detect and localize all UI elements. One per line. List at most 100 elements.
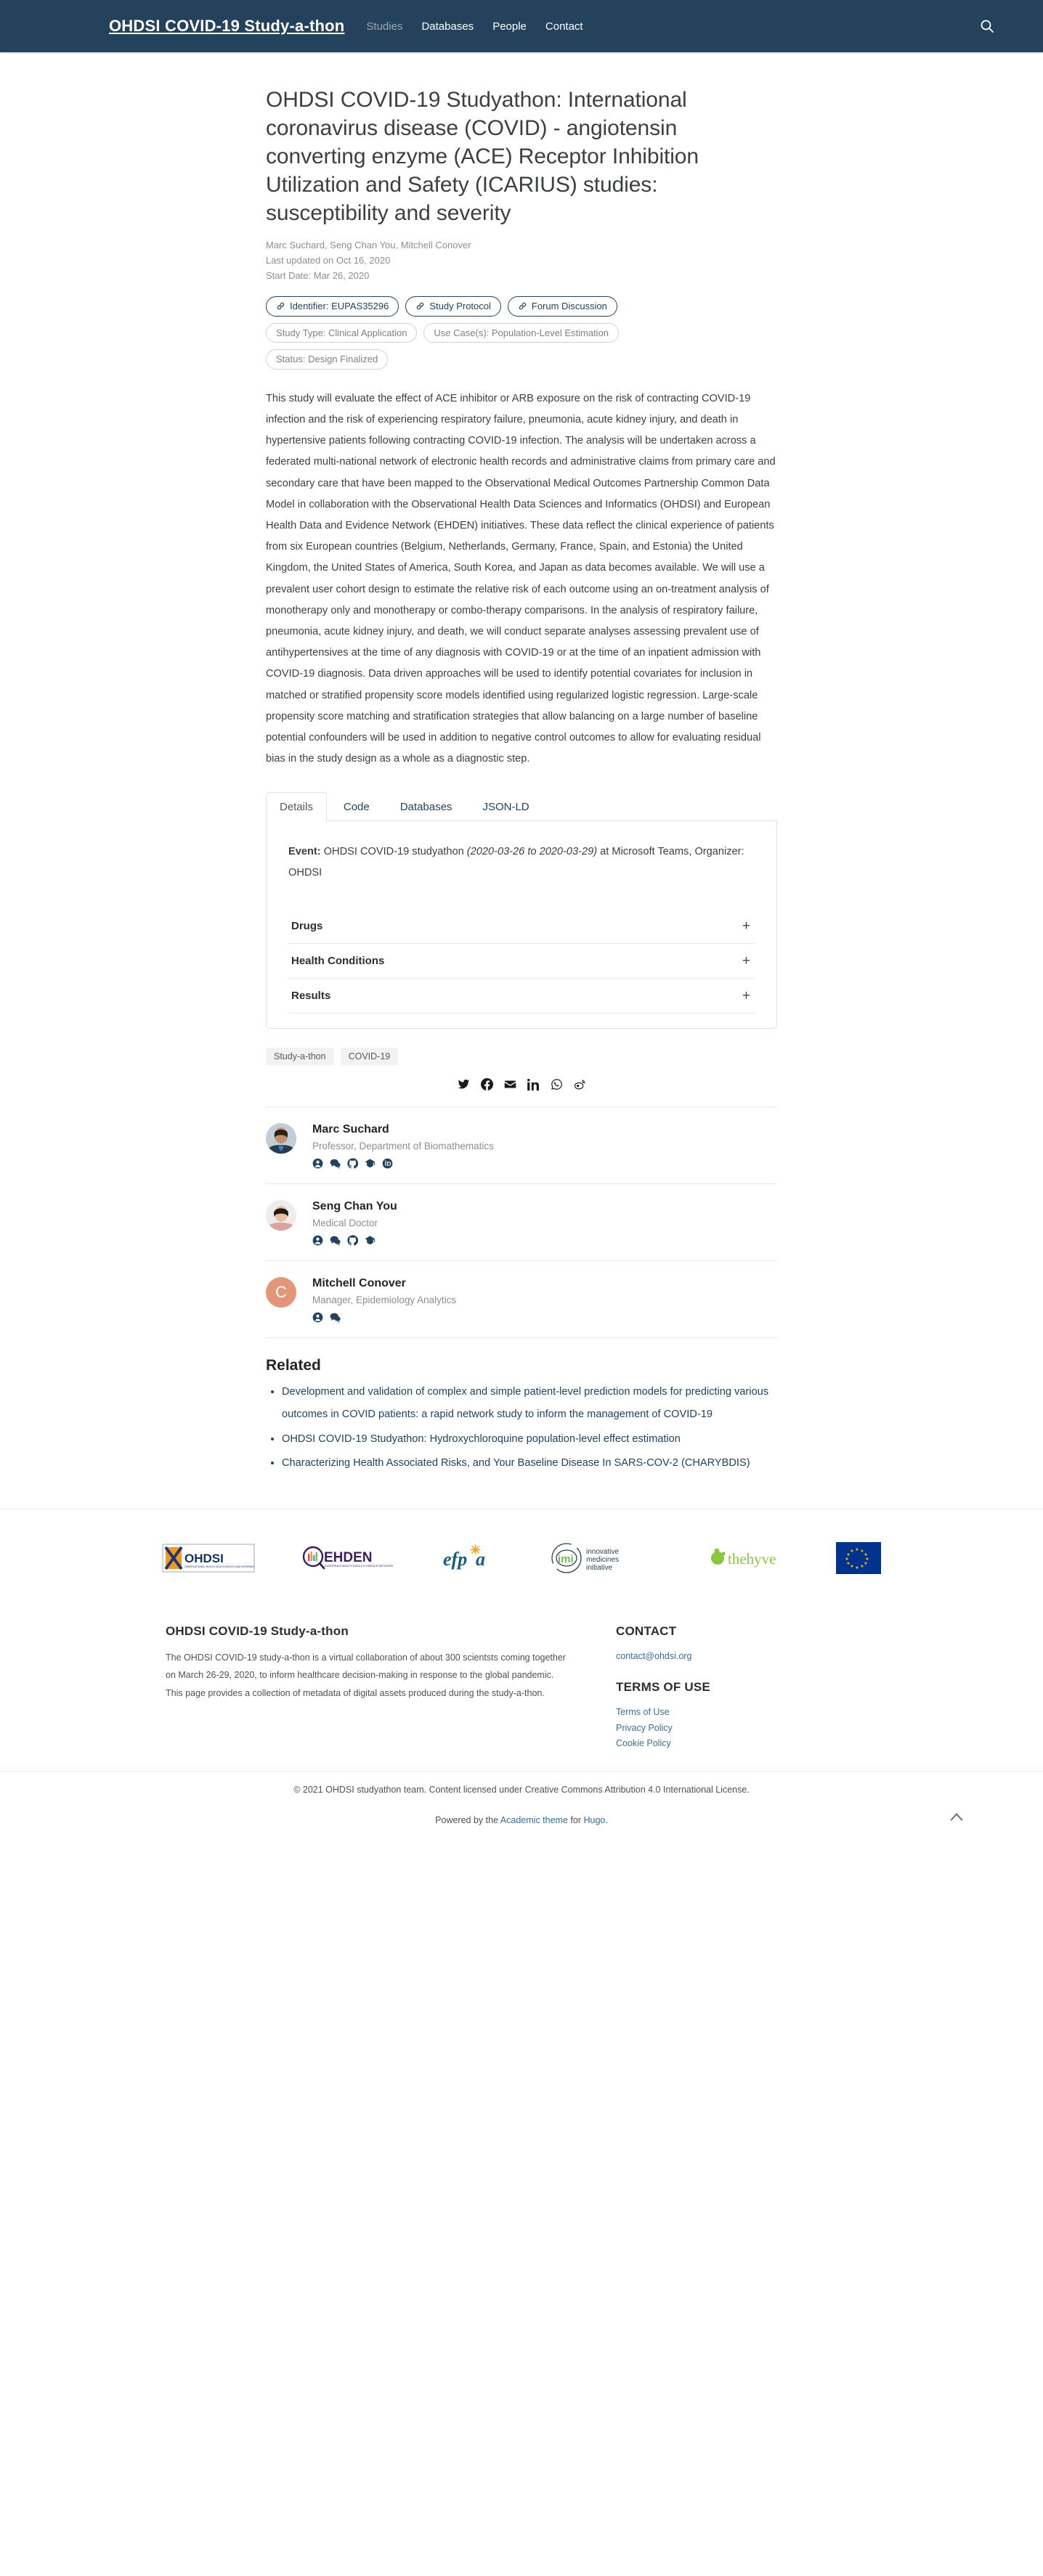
github-icon[interactable] [347,1235,358,1246]
eu-flag-logo: ★ ★ ★ ★ ★ ★ ★ ★ ★ ★ ★ ★ [836,1541,881,1574]
academic-theme-link[interactable]: Academic theme [500,1815,568,1825]
event-name: OHDSI COVID-19 studyathon [323,846,464,858]
last-updated: Last updated on Oct 16, 2020 [266,255,391,266]
author-card-marc-suchard: Marc Suchard Professor, Department of Bi… [266,1107,777,1185]
author-card-seng-chan-you: Seng Chan You Medical Doctor [266,1184,777,1262]
author-name: Mitchell Conover [312,1277,406,1290]
badge-study-protocol[interactable]: Study Protocol [405,296,501,317]
related-link-1[interactable]: Development and validation of complex an… [282,1386,768,1420]
chat-icon[interactable] [330,1235,341,1246]
powered-by-bar: Powered by the Academic theme for Hugo. [0,1799,1043,1854]
powered-prefix: Powered by the [435,1814,500,1825]
event-line: Event: OHDSI COVID-19 studyathon (2020-0… [288,841,755,883]
ohdsi-logo: OHDSI OBSERVATIONAL HEALTH DATA SCIENCES… [162,1541,255,1575]
article-meta: Marc Suchard, Seng Chan You, Mitchell Co… [266,237,777,283]
hugo-link[interactable]: Hugo [583,1815,605,1825]
tab-databases[interactable]: Databases [386,792,466,821]
chat-icon[interactable] [330,1158,341,1169]
tag-study-a-thon[interactable]: Study-a-thon [266,1048,334,1066]
footer-links-column: CONTACT contact@ohdsi.org TERMS OF USE T… [616,1624,877,1752]
author-name: Marc Suchard [312,1123,389,1136]
related-heading: Related [266,1357,321,1374]
user-icon[interactable] [312,1235,323,1246]
accordion-title: Health Conditions [291,955,385,968]
tag-covid-19[interactable]: COVID-19 [340,1048,399,1066]
accordion: Drugs + Health Conditions + Results + [288,909,755,1014]
chevron-up-icon[interactable] [949,1809,965,1825]
svg-text:★: ★ [855,1565,859,1570]
details-tab-container: Details Code Databases JSON-LD Event: OH… [266,791,777,1030]
badge-identifier[interactable]: Identifier: EUPAS35296 [266,296,399,317]
related-link-3[interactable]: Characterizing Health Associated Risks, … [282,1457,750,1469]
avatar [266,1200,296,1231]
footer-link-terms-of-use[interactable]: Terms of Use [616,1705,877,1721]
badge-identifier-label: Identifier: EUPAS35296 [290,301,389,312]
author-list: Marc Suchard Professor, Department of Bi… [266,1106,777,1339]
chat-icon[interactable] [330,1312,341,1323]
tab-details[interactable]: Details [266,792,327,822]
footer-link-privacy-policy[interactable]: Privacy Policy [616,1721,877,1737]
related-section: Related Development and validation of co… [266,1338,777,1483]
google-scholar-icon[interactable] [365,1235,376,1246]
svg-text:★: ★ [846,1561,850,1566]
badge-study-type: Study Type: Clinical Application [266,322,418,343]
tab-list: Details Code Databases JSON-LD [266,791,777,822]
email-icon[interactable] [504,1078,516,1091]
github-icon[interactable] [347,1158,358,1169]
footer-about-heading: OHDSI COVID-19 Study-a-thon [166,1623,349,1638]
nav-link-databases[interactable]: Databases [421,20,474,33]
linkedin-icon[interactable] [527,1078,540,1091]
avatar [266,1123,296,1154]
footer-link-cookie-policy[interactable]: Cookie Policy [616,1736,877,1752]
footer-about-column: OHDSI COVID-19 Study-a-thon The OHDSI CO… [166,1624,572,1752]
author-card-mitchell-conover: C Mitchell Conover Manager, Epidemiology… [266,1261,777,1339]
site-footer: OHDSI COVID-19 Study-a-thon The OHDSI CO… [0,1599,1043,1771]
list-item: OHDSI COVID-19 Studyathon: Hydroxychloro… [282,1427,777,1450]
svg-text:★: ★ [864,1552,867,1557]
nav-link-people[interactable]: People [492,20,527,33]
accordion-item-health-conditions[interactable]: Health Conditions + [288,944,755,979]
partner-logo-strip: OHDSI OBSERVATIONAL HEALTH DATA SCIENCES… [0,1508,1043,1599]
related-link-2[interactable]: OHDSI COVID-19 Studyathon: Hydroxychloro… [282,1433,681,1445]
badge-forum-discussion[interactable]: Forum Discussion [507,296,617,317]
author-role: Medical Doctor [312,1218,378,1229]
svg-text:OHDSI: OHDSI [184,1552,224,1565]
author-role: Professor, Department of Biomathematics [312,1141,494,1152]
powered-middle: for [567,1814,584,1825]
tab-json-ld[interactable]: JSON-LD [468,792,543,821]
nav-link-contact[interactable]: Contact [545,20,583,33]
accordion-item-drugs[interactable]: Drugs + [288,909,755,945]
nav-links: Studies Databases People Contact [366,20,583,33]
badge-use-case-label: Use Case(s): Population-Level Estimation [434,327,609,338]
svg-text:★: ★ [850,1564,853,1569]
search-icon[interactable] [978,17,997,36]
badge-row-meta: Study Type: Clinical Application Use Cas… [266,322,777,343]
svg-text:★: ★ [845,1557,848,1562]
whatsapp-icon[interactable] [551,1078,563,1091]
plus-icon: + [742,988,750,1004]
twitter-icon[interactable] [458,1078,470,1091]
copyright-text: © 2021 OHDSI studyathon team. Content li… [0,1770,1043,1799]
weibo-icon[interactable] [574,1078,586,1091]
tab-code[interactable]: Code [330,792,383,821]
user-icon[interactable] [312,1312,323,1323]
facebook-icon[interactable] [480,1078,493,1091]
orcid-icon[interactable] [382,1158,393,1169]
user-icon[interactable] [312,1158,323,1169]
site-brand[interactable]: OHDSI COVID-19 Study-a-thon [109,17,344,36]
google-scholar-icon[interactable] [365,1158,376,1169]
event-label: Event: [288,846,321,858]
accordion-item-results[interactable]: Results + [288,979,755,1014]
link-icon [415,301,425,311]
plus-icon: + [742,918,750,934]
badge-row-links: Identifier: EUPAS35296 Study Protocol Fo… [266,296,777,317]
ehden-logo: EHDEN EUROPEAN HEALTH DATA & EVIDENCE NE… [300,1541,396,1575]
nav-link-studies[interactable]: Studies [366,20,402,33]
accordion-title: Drugs [291,920,323,933]
svg-text:OBSERVATIONAL HEALTH DATA SCIE: OBSERVATIONAL HEALTH DATA SCIENCES AND I… [184,1565,255,1568]
badge-study-type-label: Study Type: Clinical Application [276,327,407,338]
authors-line: Marc Suchard, Seng Chan You, Mitchell Co… [266,240,471,250]
footer-contact-email[interactable]: contact@ohdsi.org [616,1649,877,1665]
badge-row-status: Status: Design Finalized [266,349,777,370]
